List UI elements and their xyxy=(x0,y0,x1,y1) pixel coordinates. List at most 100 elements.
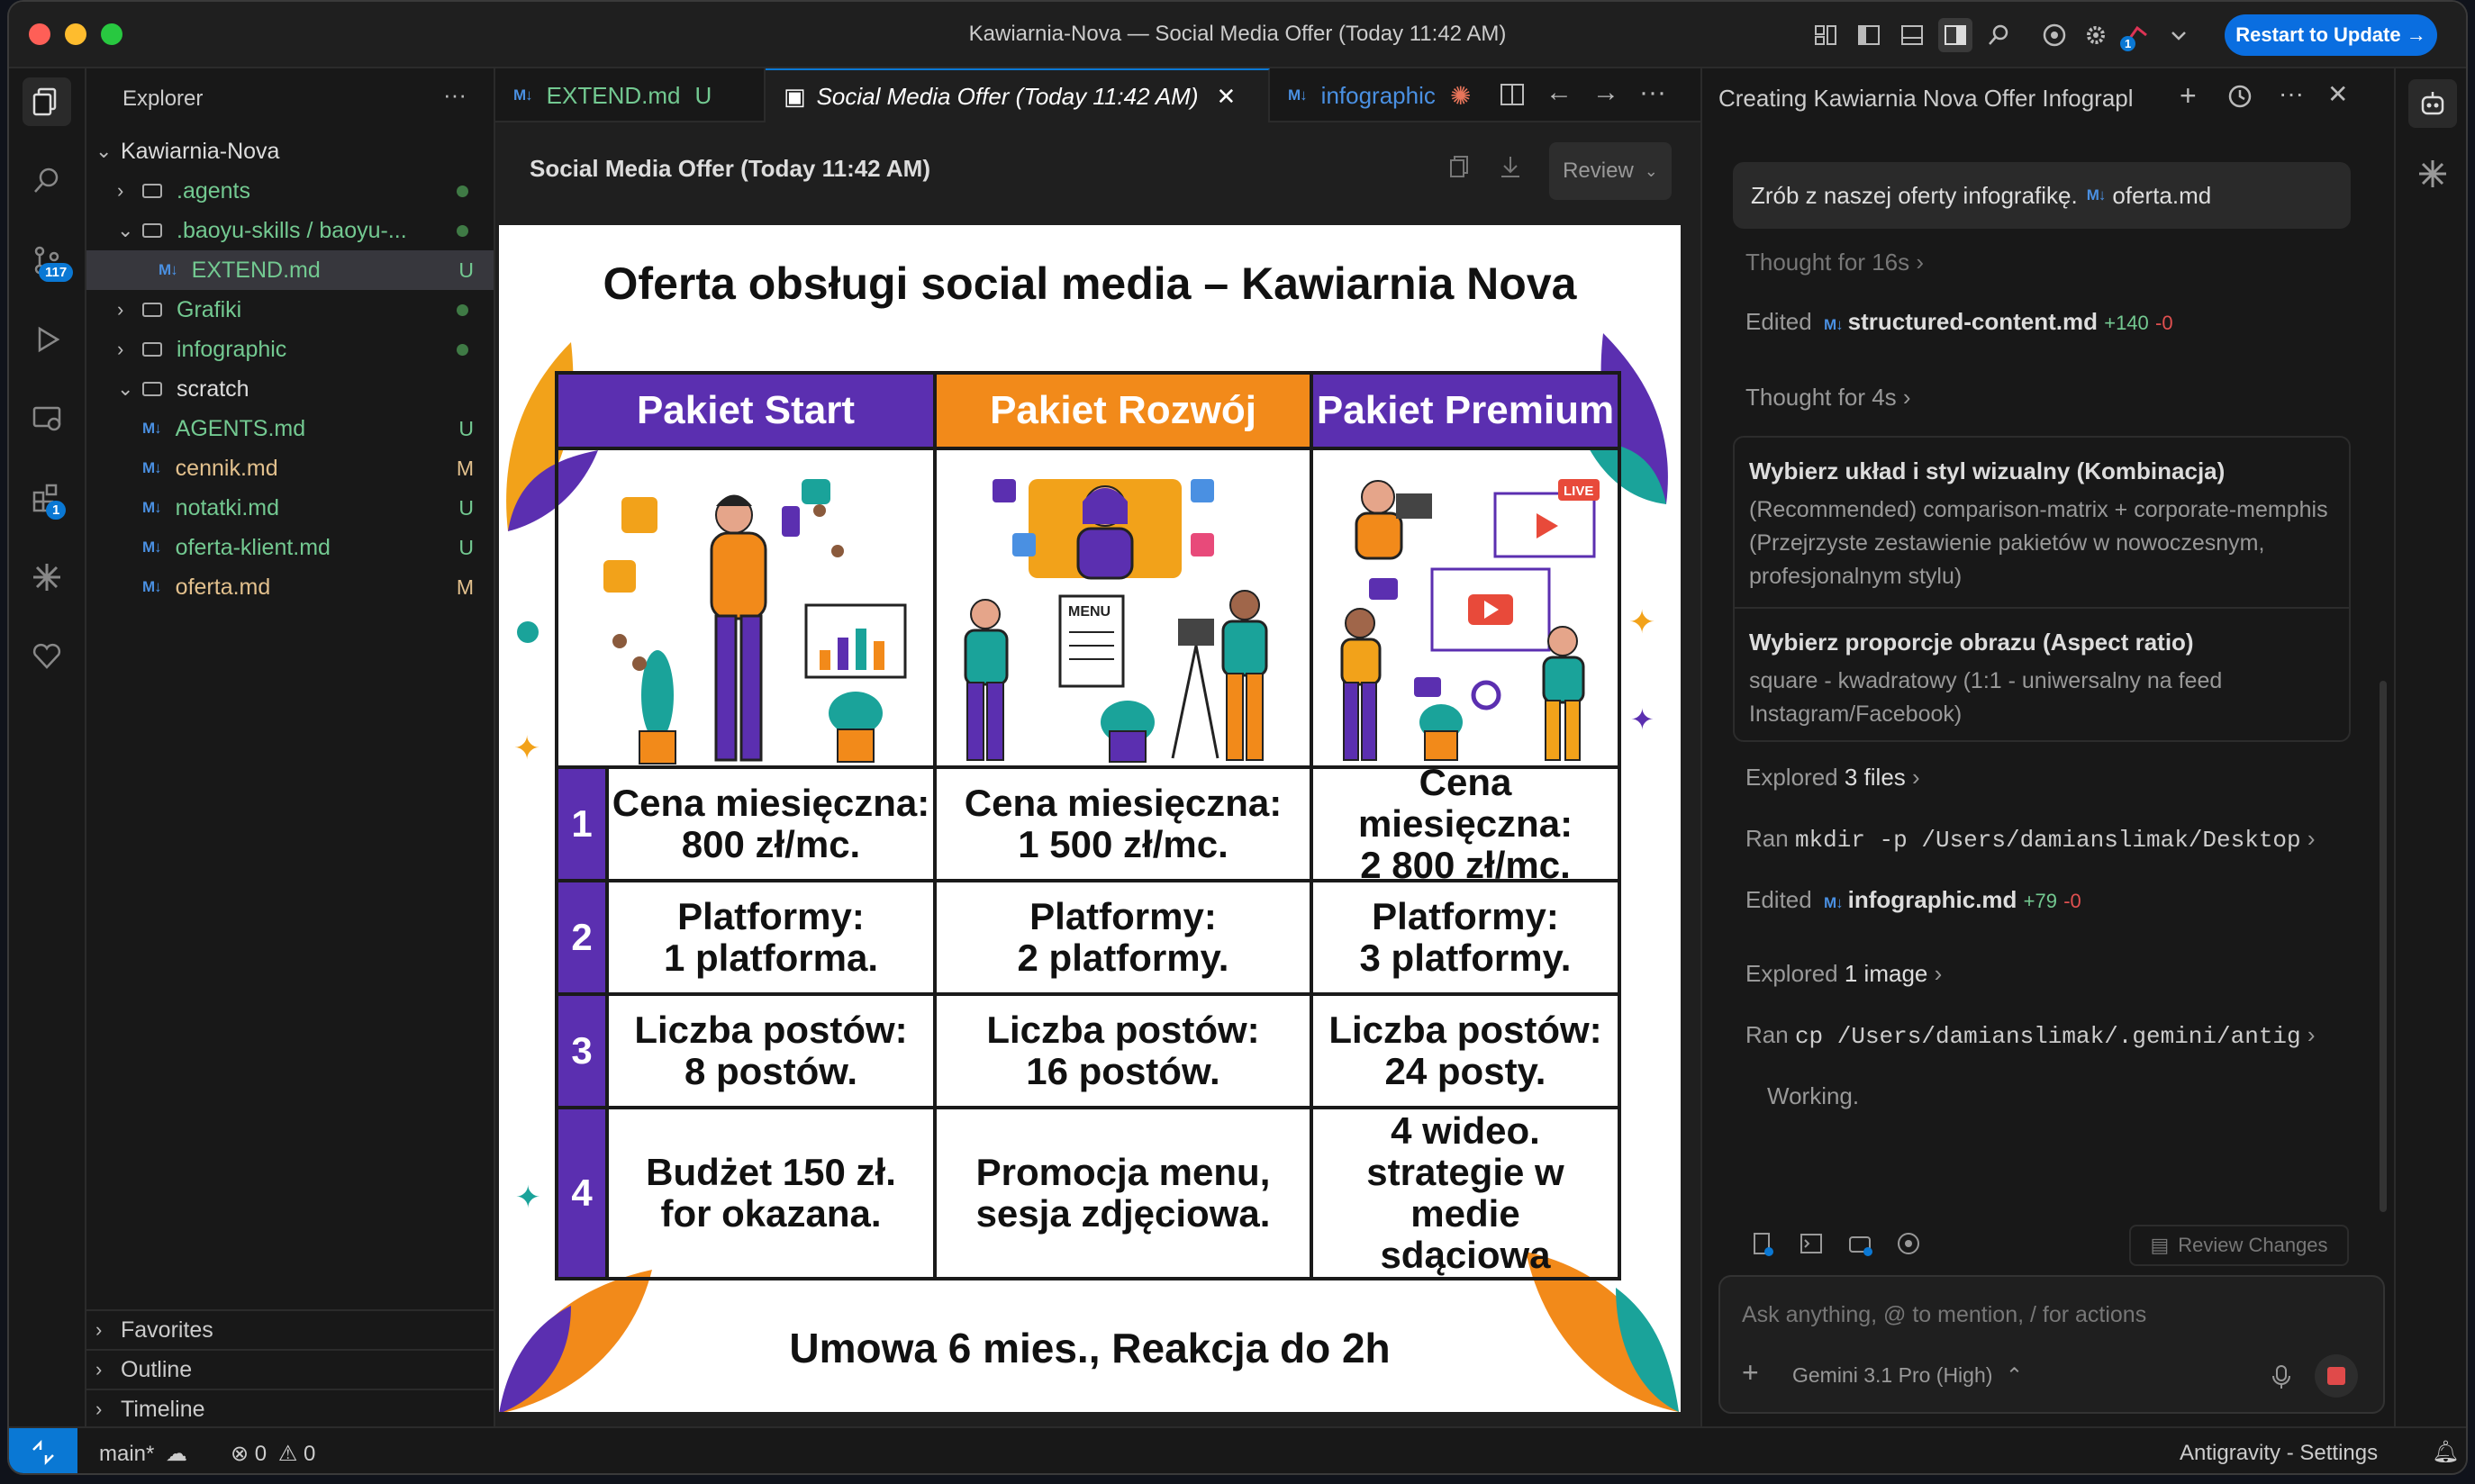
markdown-icon: M↓ xyxy=(142,538,162,556)
agent-robot-icon[interactable] xyxy=(2408,79,2457,128)
review-dropdown[interactable]: Review ⌄ xyxy=(1549,142,1672,200)
cell-label: Promocja menu, xyxy=(975,1151,1271,1193)
tree-label: oferta.md xyxy=(175,574,271,600)
user-file-chip[interactable]: oferta.md xyxy=(2112,182,2211,210)
download-icon[interactable] xyxy=(1497,153,1524,185)
chat-input-placeholder[interactable]: Ask anything, @ to mention, / for action… xyxy=(1742,1302,2146,1328)
problems-indicator[interactable]: ⊗ 0 ⚠ 0 xyxy=(231,1441,315,1467)
cell-value: 24 posty. xyxy=(1384,1050,1546,1092)
account-icon[interactable]: 1 xyxy=(2120,18,2154,52)
tab-social-media-offer[interactable]: ▣ Social Media Offer (Today 11:42 AM) ✕ xyxy=(766,68,1270,122)
section-outline[interactable]: › Outline xyxy=(86,1349,494,1389)
section-label: Timeline xyxy=(121,1396,205,1422)
tab-extend-md[interactable]: M↓ EXTEND.md U xyxy=(495,68,766,122)
more-actions-icon[interactable]: ··· xyxy=(2279,79,2304,108)
edit-step[interactable]: Edited M↓ structured-content.md +140 -0 xyxy=(1745,308,2173,336)
chat-input-box[interactable]: Ask anything, @ to mention, / for action… xyxy=(1718,1275,2385,1414)
review-changes-button[interactable]: ▤ Review Changes xyxy=(2129,1225,2349,1266)
extensions-icon[interactable]: 1 xyxy=(23,474,71,522)
section-favorites[interactable]: › Favorites xyxy=(86,1309,494,1349)
status-bar: main* ☁ ⊗ 0 ⚠ 0 Antigravity - Settings 🔔… xyxy=(9,1426,2466,1473)
settings-link[interactable]: Antigravity - Settings xyxy=(2180,1441,2378,1466)
file-context-icon[interactable] xyxy=(1749,1230,1776,1262)
split-editor-icon[interactable] xyxy=(1499,81,1526,113)
run-step[interactable]: Ran cp /Users/damianslimak/.gemini/antig… xyxy=(1745,1021,2316,1050)
close-tab-icon[interactable]: ✕ xyxy=(1216,83,1236,111)
search-icon[interactable] xyxy=(1981,18,2016,52)
tree-file-agents-md[interactable]: M↓ AGENTS.md U xyxy=(86,409,494,448)
tree-folder-scratch[interactable]: ⌄ scratch xyxy=(86,369,494,409)
tree-folder-agents[interactable]: › .agents xyxy=(86,171,494,211)
sparkle-decoration: ✦ xyxy=(1628,603,1656,640)
agent-sparkle-icon[interactable] xyxy=(23,553,71,602)
status-dot xyxy=(457,343,468,356)
tab-label: Social Media Offer (Today 11:42 AM) xyxy=(816,82,1199,110)
back-arrow-icon[interactable]: ← xyxy=(1546,77,1573,108)
thought-step[interactable]: Thought for 16s › xyxy=(1745,249,1924,276)
editor-area: M↓ EXTEND.md U ▣ Social Media Offer (Today … xyxy=(495,68,1702,1426)
chrome-icon[interactable] xyxy=(2037,18,2072,52)
chat-scrollbar[interactable] xyxy=(2380,681,2387,1212)
extras-cell-premium: 4 wideo. strategie w medie sdąciowa xyxy=(1313,1109,1618,1277)
question-title: Wybierz proporcje obrazu (Aspect ratio) xyxy=(1749,629,2194,656)
explored-step[interactable]: Explored 3 files › xyxy=(1745,764,1920,792)
explorer-more-button[interactable]: ··· xyxy=(443,81,467,109)
edit-step[interactable]: Edited M↓ infographic.md +79 -0 xyxy=(1745,886,2081,914)
tree-file-notatki[interactable]: M↓ notatki.md U xyxy=(86,488,494,528)
copy-icon[interactable] xyxy=(1446,153,1473,185)
add-context-icon[interactable]: + xyxy=(1742,1356,1759,1389)
tab-label: infographic xyxy=(1320,81,1436,109)
toggle-sidebar-icon[interactable] xyxy=(1852,18,1886,52)
close-icon[interactable]: ✕ xyxy=(2327,79,2348,109)
explorer-files-icon[interactable] xyxy=(23,77,71,126)
more-actions-icon[interactable]: ··· xyxy=(1639,77,1666,108)
chevron-right-icon: › xyxy=(2307,1021,2316,1048)
layout-icon[interactable] xyxy=(1809,18,1843,52)
working-status: Working. xyxy=(1767,1082,1860,1109)
step-prefix: Ran xyxy=(1745,825,1789,852)
tree-folder-grafiki[interactable]: › Grafiki xyxy=(86,290,494,330)
illustration-premium: LIVE xyxy=(1340,479,1600,761)
thought-step[interactable]: Thought for 4s › xyxy=(1745,384,1911,412)
source-control-icon[interactable]: 117 xyxy=(23,236,74,285)
remote-explorer-icon[interactable] xyxy=(23,394,71,443)
forward-arrow-icon[interactable]: → xyxy=(1592,77,1619,108)
toggle-secondary-sidebar-icon[interactable] xyxy=(1938,18,1972,52)
extras-cell-start: Budżet 150 zł. for okazana. xyxy=(609,1109,933,1277)
stop-button[interactable] xyxy=(2315,1354,2358,1398)
heart-icon[interactable] xyxy=(23,632,71,681)
section-timeline[interactable]: › Timeline xyxy=(86,1389,494,1428)
run-step[interactable]: Ran mkdir -p /Users/damianslimak/Desktop… xyxy=(1745,825,2316,854)
history-icon[interactable] xyxy=(2226,83,2253,114)
run-debug-icon[interactable] xyxy=(23,315,71,364)
explored-step[interactable]: Explored 1 image › xyxy=(1745,960,1942,988)
tree-folder-baoyu[interactable]: ⌄ .baoyu-skills / baoyu-... xyxy=(86,211,494,250)
chevron-up-icon: ⌃ xyxy=(2005,1363,2024,1387)
tree-file-cennik[interactable]: M↓ cennik.md M xyxy=(86,448,494,488)
remote-indicator[interactable] xyxy=(9,1428,77,1473)
microphone-icon[interactable] xyxy=(2270,1363,2293,1395)
chrome-icon[interactable] xyxy=(1895,1230,1922,1262)
new-chat-icon[interactable]: + xyxy=(2180,79,2197,113)
tree-file-extend[interactable]: M↓ EXTEND.md U xyxy=(86,250,494,290)
tree-file-oferta-klient[interactable]: M↓ oferta-klient.md U xyxy=(86,528,494,567)
search-icon[interactable] xyxy=(23,157,71,205)
toggle-panel-icon[interactable] xyxy=(1895,18,1929,52)
branch-indicator[interactable]: main* ☁ xyxy=(99,1441,187,1467)
tree-file-oferta[interactable]: M↓ oferta.md M xyxy=(86,567,494,607)
model-selector[interactable]: Gemini 3.1 Pro (High) ⌃ xyxy=(1792,1363,2023,1388)
tree-root[interactable]: ⌄ Kawiarnia-Nova xyxy=(86,131,494,171)
terminal-icon[interactable] xyxy=(1798,1230,1825,1262)
settings-gear-icon[interactable] xyxy=(2079,18,2113,52)
restart-to-update-button[interactable]: Restart to Update → xyxy=(2225,14,2437,56)
agent-sparkle-icon[interactable] xyxy=(2417,158,2448,194)
chevron-down-icon[interactable] xyxy=(2162,18,2196,52)
package-header-rozwoj: Pakiet Rozwój xyxy=(937,375,1310,447)
tree-folder-infographic[interactable]: › infographic xyxy=(86,330,494,369)
notifications-bell-icon[interactable]: 🔔︎ xyxy=(2432,1439,2459,1465)
question-answer: (Recommended) comparison-matrix + corpor… xyxy=(1749,497,2328,589)
question-card: Wybierz układ i styl wizualny (Kombinacj… xyxy=(1733,436,2351,742)
cell-label: Cena miesięczna: xyxy=(964,782,1283,824)
browser-icon[interactable] xyxy=(1846,1230,1873,1262)
tab-infographic[interactable]: M↓ infographic xyxy=(1270,68,1441,122)
